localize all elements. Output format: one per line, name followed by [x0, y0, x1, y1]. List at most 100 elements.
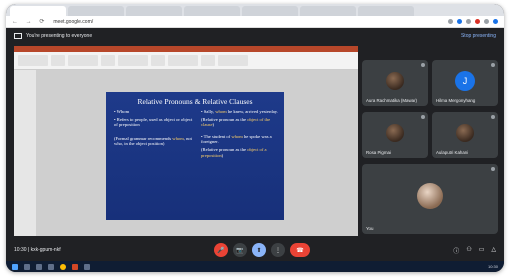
meeting-info: 10:30 | kxk-gpum-nkf [14, 247, 61, 253]
tab[interactable] [242, 6, 298, 16]
chrome-icon[interactable] [60, 263, 66, 270]
people-icon[interactable]: ⚇ [466, 246, 471, 255]
participant-tile[interactable]: Aulaputri Kahani [432, 112, 498, 158]
participant-tile[interactable]: J Hilma Mergonyhang [432, 60, 498, 106]
participant-video [417, 182, 443, 209]
participant-name: Aulaputri Kahani [436, 150, 469, 155]
tab-active[interactable] [10, 6, 66, 16]
extension-icons [448, 19, 498, 24]
mic-muted-icon [491, 167, 495, 171]
file-explorer-icon[interactable] [36, 263, 42, 270]
chat-icon[interactable]: ▭ [479, 246, 485, 255]
tab[interactable] [68, 6, 124, 16]
mic-toggle-button[interactable]: 🎤 [214, 243, 228, 257]
windows-taskbar: 10:30 [6, 261, 504, 272]
extension-icon[interactable] [484, 19, 489, 24]
bullet-definition: • Refers to people, used as object or ob… [114, 116, 193, 128]
example-1: • Sally, whom he knew, arrived yesterday… [201, 109, 281, 115]
powerpoint-icon[interactable] [72, 263, 78, 270]
example-text: he knew, arrived yesterday. [226, 109, 278, 114]
taskbar-app-icon[interactable] [48, 263, 54, 270]
ribbon-group[interactable] [68, 55, 98, 66]
presentation-view: Relative Pronouns & Relative Clauses • W… [14, 46, 358, 236]
powerpoint-canvas: Relative Pronouns & Relative Clauses • W… [14, 70, 358, 236]
example-1-note: (Relative pronoun as the object of the c… [201, 117, 281, 128]
extension-icon[interactable] [466, 19, 471, 24]
note-text: (Formal grammar recommends [114, 135, 173, 141]
example-text: • The student of [201, 133, 232, 139]
present-screen-icon [14, 33, 22, 39]
url-field[interactable]: meet.google.com/ [53, 19, 93, 25]
call-controls: 🎤 📷 ⬆ ⋮ ☎ [214, 243, 310, 257]
slide: Relative Pronouns & Relative Clauses • W… [106, 92, 284, 220]
browser-window: ← → ⟳ meet.google.com/ You're presenting… [6, 4, 504, 272]
slide-left-column: • Whom • Refers to people, used as objec… [114, 109, 194, 147]
mic-muted-icon [421, 115, 425, 119]
bullet-whom: • Whom [114, 109, 130, 114]
present-button[interactable]: ⬆ [252, 243, 266, 257]
ribbon-group[interactable] [151, 55, 165, 66]
participant-name: Rosa Pigmai [366, 150, 391, 155]
participant-video [386, 71, 404, 90]
participant-tile[interactable]: Rosa Pigmai [362, 112, 428, 158]
participant-video [456, 123, 474, 142]
end-call-button[interactable]: ☎ [290, 243, 310, 257]
powerpoint-ribbon [14, 52, 358, 70]
example-2: • The student of whom he spoke was a for… [201, 134, 281, 145]
participant-name: Hilma Mergonyhang [436, 98, 476, 103]
note-text: ) [221, 152, 224, 158]
extension-icon[interactable] [475, 19, 480, 24]
ribbon-group[interactable] [118, 55, 148, 66]
tab[interactable] [184, 6, 240, 16]
participant-name: Aura Rachmatika (Mawar) [366, 98, 417, 103]
slide-title: Relative Pronouns & Relative Clauses [137, 97, 253, 106]
mic-muted-icon [421, 63, 425, 67]
presenting-banner: You're presenting to everyone Stop prese… [6, 30, 504, 42]
highlighted-word: whom [172, 135, 184, 141]
participant-avatar: J [455, 70, 475, 91]
mic-muted-icon [491, 115, 495, 119]
example-text: • Sally, [201, 109, 216, 114]
slide-thumbnails[interactable] [14, 70, 36, 236]
ribbon-group[interactable] [101, 55, 115, 66]
extension-icon[interactable] [457, 19, 462, 24]
tab[interactable] [126, 6, 182, 16]
profile-icon[interactable] [493, 19, 498, 24]
participant-video [386, 123, 404, 142]
side-controls: ⓘ ⚇ ▭ △ [453, 246, 496, 255]
activities-icon[interactable]: △ [491, 246, 496, 255]
search-icon[interactable] [24, 263, 30, 270]
tab[interactable] [358, 6, 414, 16]
participant-tile[interactable]: Aura Rachmatika (Mawar) [362, 60, 428, 106]
taskbar-app-icon[interactable] [84, 263, 90, 270]
highlighted-word: whom [231, 133, 243, 139]
taskbar-clock: 10:30 [487, 264, 498, 269]
extension-icon[interactable] [448, 19, 453, 24]
note-text: (Relative pronoun as the [201, 116, 248, 122]
meeting-code: kxk-gpum-nkf [30, 247, 61, 253]
meeting-time: 10:30 [14, 247, 27, 253]
ribbon-group[interactable] [218, 55, 248, 66]
note-text: ) [212, 122, 215, 128]
ribbon-group[interactable] [51, 55, 65, 66]
ribbon-group[interactable] [168, 55, 198, 66]
meet-control-bar: 10:30 | kxk-gpum-nkf 🎤 📷 ⬆ ⋮ ☎ ⓘ ⚇ ▭ △ [6, 240, 504, 260]
tab-bar [6, 4, 504, 16]
ribbon-group[interactable] [18, 55, 48, 66]
bullet-note: (Formal grammar recommends whom, not who… [114, 136, 194, 147]
presenting-text: You're presenting to everyone [26, 33, 93, 39]
participant-tile-self[interactable]: You [362, 164, 498, 234]
stop-presenting-button[interactable]: Stop presenting [461, 33, 496, 39]
mic-muted-icon [491, 63, 495, 67]
example-2-note: (Relative pronoun as the object of a pre… [201, 147, 281, 158]
more-options-button[interactable]: ⋮ [271, 243, 285, 257]
info-icon[interactable]: ⓘ [453, 246, 459, 255]
address-bar: ← → ⟳ meet.google.com/ [6, 16, 504, 28]
nav-icons[interactable]: ← → ⟳ [12, 18, 47, 25]
camera-toggle-button[interactable]: 📷 [233, 243, 247, 257]
ribbon-group[interactable] [201, 55, 215, 66]
highlighted-word: whom [215, 109, 227, 114]
tab[interactable] [300, 6, 356, 16]
note-text: (Relative pronoun as the [201, 146, 248, 152]
windows-start-icon[interactable] [12, 263, 18, 270]
